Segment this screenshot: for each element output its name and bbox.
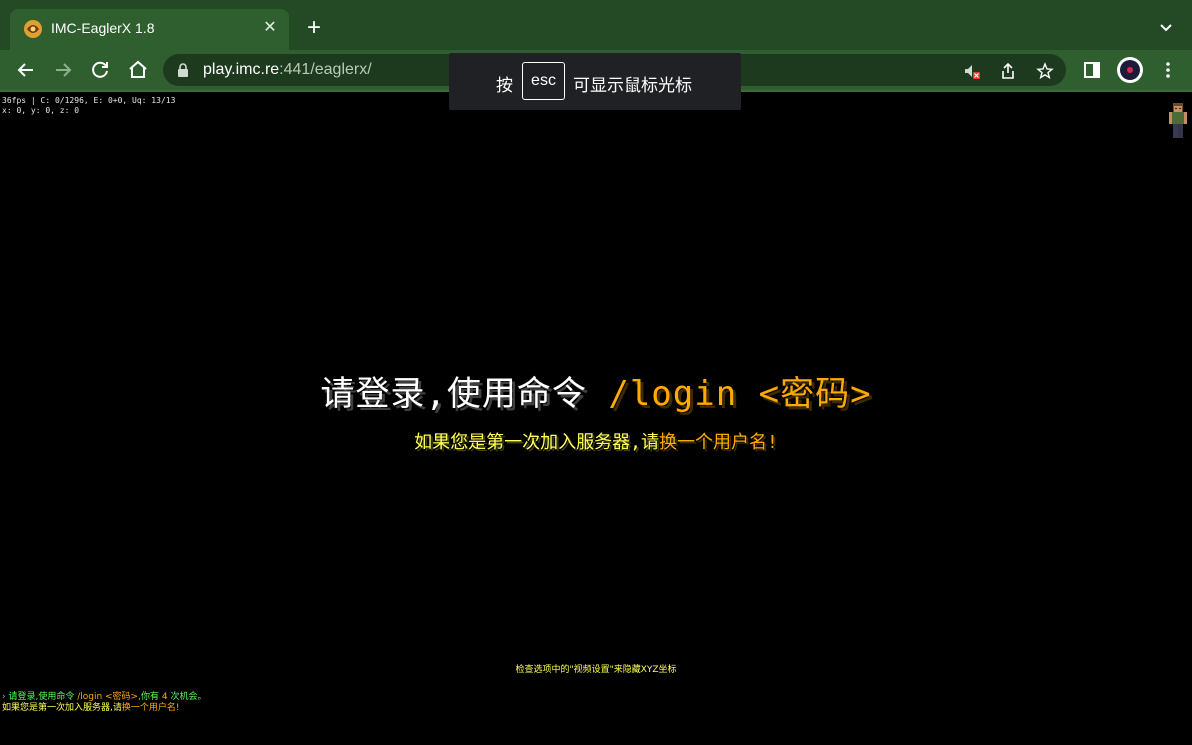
chat-message: › 请登录,使用命令 /login <密码>,你有 4 次机会。 [2,692,206,703]
tab-strip: IMC-EaglerX 1.8 ✕ + [0,0,1192,50]
chevron-down-icon[interactable] [1156,18,1176,38]
profile-avatar-dot [1127,67,1133,73]
side-panel-icon[interactable] [1083,61,1101,79]
back-arrow-icon[interactable] [14,58,38,82]
bookmark-star-icon[interactable] [1036,62,1054,80]
active-tab[interactable]: IMC-EaglerX 1.8 ✕ [10,9,289,50]
chat-command: /login <密码> [77,692,139,702]
esc-toast-suffix: 可显示鼠标光标 [573,76,692,96]
tab-close-icon[interactable]: ✕ [261,19,279,37]
player-skin-icon [1169,103,1187,138]
debug-fps-line: 36fps | C: 0/1296, E: 0+0, Uq: 13/13 [2,96,176,105]
share-icon[interactable] [999,62,1017,80]
profile-avatar-inner [1120,60,1140,80]
chat-text: 请登录,使用命令 [5,692,78,702]
lock-icon[interactable] [177,63,189,77]
esc-pointer-lock-toast: 按 esc 可显示鼠标光标 [449,53,741,110]
chat-text-accent: 换一个用户名! [121,703,180,713]
new-tab-button[interactable]: + [303,16,325,40]
esc-key-badge: esc [522,62,565,100]
tab-title: IMC-EaglerX 1.8 [51,20,155,36]
chat-text: 次机会。 [167,692,207,702]
login-title: 请登录,使用命令 /login <密码> [0,366,1192,415]
profile-avatar[interactable] [1117,57,1143,83]
login-title-text: 请登录,使用命令 [320,374,609,414]
debug-coords-line: x: 0, y: 0, z: 0 [2,106,80,115]
home-icon[interactable] [126,58,150,82]
reload-icon[interactable] [88,58,112,82]
xyz-hint: 检查选项中的"视频设置"来隐藏XYZ坐标 [515,665,677,675]
login-subtitle-text: 如果您是第一次加入服务器,请 [414,432,659,453]
chat-text: 如果您是第一次加入服务器,请 [2,703,122,713]
chat-message: 如果您是第一次加入服务器,请换一个用户名! [2,703,179,714]
chat-text: ,你有 [138,692,162,702]
eagler-favicon-icon [24,20,42,38]
url-host: play.imc.re [203,61,280,78]
esc-toast-prefix: 按 [496,76,513,96]
login-subtitle: 如果您是第一次加入服务器,请换一个用户名! [0,428,1192,454]
url-text[interactable]: play.imc.re:441/eaglerx/ [203,61,372,79]
login-subtitle-accent: 换一个用户名! [659,432,778,453]
url-path: :441/eaglerx/ [279,61,372,78]
login-command: /login <密码> [608,374,872,414]
forward-arrow-icon[interactable] [51,58,75,82]
kebab-menu-icon[interactable] [1158,60,1178,80]
game-canvas[interactable]: 36fps | C: 0/1296, E: 0+0, Uq: 13/13 x: … [0,92,1192,745]
muted-speaker-icon[interactable] [963,62,981,80]
